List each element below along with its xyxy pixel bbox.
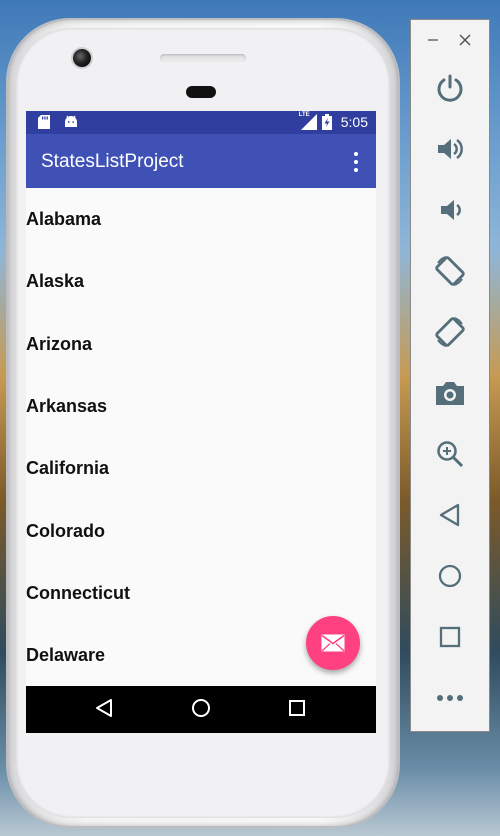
volume-down-icon — [441, 200, 461, 220]
more-button[interactable] — [432, 680, 468, 716]
back-icon — [439, 503, 460, 527]
screenshot-button[interactable] — [432, 375, 468, 411]
recents-button[interactable] — [288, 699, 306, 722]
emulator-toolbar — [410, 19, 490, 732]
battery-charging-icon — [321, 114, 332, 130]
back-icon — [96, 699, 112, 717]
earpiece-speaker — [160, 54, 246, 62]
volume-down-button[interactable] — [432, 192, 468, 228]
email-icon — [321, 634, 345, 652]
home-button[interactable] — [191, 698, 211, 723]
volume-up-icon — [438, 138, 463, 160]
rotate-left-button[interactable] — [432, 253, 468, 289]
rotate-right-icon — [435, 317, 465, 347]
clock: 5:05 — [340, 114, 368, 130]
email-fab-button[interactable] — [306, 616, 360, 670]
more-vert-icon[interactable] — [350, 152, 362, 172]
state-list-item[interactable]: Arkansas — [26, 375, 376, 437]
sd-card-icon — [38, 115, 50, 134]
more-icon — [437, 695, 463, 701]
home-icon — [438, 564, 462, 588]
home-icon — [192, 699, 210, 717]
app-bar: StatesListProject — [26, 134, 376, 188]
zoom-button[interactable] — [432, 436, 468, 472]
camera-icon — [436, 382, 464, 405]
state-list-item[interactable]: Alaska — [26, 250, 376, 312]
state-list-item[interactable]: Connecticut — [26, 562, 376, 624]
emulator-home-button[interactable] — [432, 558, 468, 594]
signal-icon: LTE — [298, 112, 317, 130]
state-list-item[interactable]: California — [26, 437, 376, 499]
rotate-left-icon — [435, 256, 465, 286]
device-screen: LTE 5:05 StatesListProject Alabama Alaska… — [26, 111, 376, 733]
recents-icon — [289, 700, 305, 716]
rotate-right-button[interactable] — [432, 314, 468, 350]
zoom-icon — [437, 441, 464, 468]
overview-icon — [439, 626, 461, 648]
minimize-button[interactable] — [427, 33, 439, 51]
status-bar: LTE 5:05 — [26, 111, 376, 134]
state-list-item[interactable]: Colorado — [26, 499, 376, 561]
power-button[interactable] — [432, 70, 468, 106]
close-button[interactable] — [459, 33, 471, 51]
power-icon — [437, 74, 463, 102]
state-list-item[interactable]: Arizona — [26, 313, 376, 375]
state-list-item[interactable]: Alabama — [26, 188, 376, 250]
front-camera — [73, 49, 91, 67]
emulator-back-button[interactable] — [432, 497, 468, 533]
navigation-bar — [26, 686, 376, 733]
proximity-sensor — [186, 86, 216, 98]
app-title: StatesListProject — [41, 151, 184, 172]
volume-up-button[interactable] — [432, 131, 468, 167]
emulator-overview-button[interactable] — [432, 619, 468, 655]
states-list: Alabama Alaska Arizona Arkansas California Co… — [26, 188, 376, 686]
back-button[interactable] — [95, 698, 113, 723]
network-type: LTE — [298, 112, 310, 118]
close-icon — [459, 34, 471, 46]
android-icon — [64, 115, 78, 134]
